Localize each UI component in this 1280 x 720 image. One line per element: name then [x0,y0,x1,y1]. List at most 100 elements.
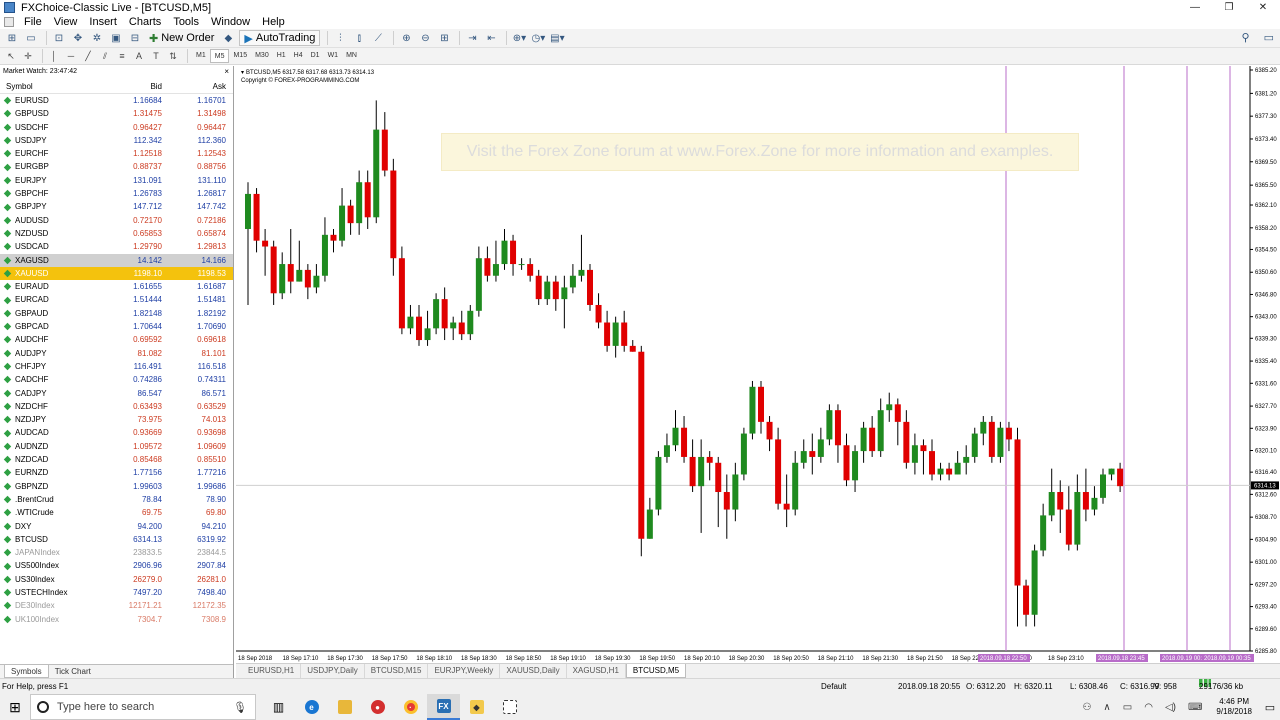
market-watch-row[interactable]: DXY 94.200 94.210 [0,520,233,533]
windows-start-icon[interactable]: ⊞ [0,694,30,720]
microphone-icon[interactable]: 🎙 [233,701,247,714]
market-watch-row[interactable]: CHFJPY 116.491 116.518 [0,360,233,373]
timeframe-h1[interactable]: H1 [273,49,290,63]
network-icon[interactable]: ◠ [1144,702,1153,713]
strategy-tester-icon[interactable]: ⊟ [127,30,143,46]
market-watch-row[interactable]: GBPCHF 1.26783 1.26817 [0,187,233,200]
menu-help[interactable]: Help [256,15,291,29]
file-explorer-icon[interactable] [328,694,361,720]
market-watch-row[interactable]: NZDJPY 73.975 74.013 [0,413,233,426]
market-watch-row[interactable]: XAGUSD 14.142 14.166 [0,253,233,267]
line-chart-icon[interactable]: ⟋ [370,30,386,46]
metaeditor-taskbar-icon[interactable]: ◆ [460,694,493,720]
market-watch-row[interactable]: DE30Index 12171.21 12172.35 [0,599,233,612]
market-watch-row[interactable]: .BrentCrud 78.84 78.90 [0,493,233,506]
market-watch-row[interactable]: EURUSD 1.16684 1.16701 [0,94,233,107]
market-watch-row[interactable]: NZDCAD 0.85468 0.85510 [0,453,233,466]
snipping-tool-icon[interactable] [493,694,526,720]
fxchoice-terminal-icon[interactable]: FX [427,694,460,720]
chart-tab-eurusd-h1[interactable]: EURUSD,H1 [242,664,302,678]
menu-view[interactable]: View [48,15,84,29]
keyboard-icon[interactable]: ⌨ [1188,702,1202,713]
menu-insert[interactable]: Insert [83,15,123,29]
templates-icon[interactable]: ▤▾ [549,30,565,46]
market-watch-row[interactable]: US30Index 26279.0 26281.0 [0,573,233,586]
timeframe-h4[interactable]: H4 [290,49,307,63]
trendline-icon[interactable]: ╱ [81,48,95,64]
fibonacci-icon[interactable]: ≡ [115,48,129,64]
market-watch-row[interactable]: EURAUD 1.61655 1.61687 [0,280,233,293]
market-watch-row[interactable]: GBPUSD 1.31475 1.31498 [0,107,233,120]
autotrading-button[interactable]: ▶ AutoTrading [239,30,321,46]
channel-icon[interactable]: ⫽ [98,48,112,64]
navigator-icon[interactable]: ✲ [89,30,105,46]
menu-tools[interactable]: Tools [167,15,205,29]
battery-icon[interactable]: ▭ [1123,702,1132,713]
chart-tab-btcusd-m5[interactable]: BTCUSD,M5 [625,664,687,678]
market-watch-row[interactable]: AUDNZD 1.09572 1.09609 [0,440,233,453]
market-watch-row[interactable]: GBPJPY 147.712 147.742 [0,200,233,213]
metaeditor-icon[interactable]: ◆ [220,30,236,46]
market-watch-icon[interactable]: ⊡ [51,30,67,46]
chat-icon[interactable]: ▭ [1264,31,1274,44]
people-icon[interactable]: ⚇ [1082,702,1091,713]
task-view-icon[interactable]: ▥ [262,694,295,720]
market-watch-row[interactable]: AUDUSD 0.72170 0.72186 [0,214,233,227]
market-watch-row[interactable]: GBPCAD 1.70644 1.70690 [0,320,233,333]
market-watch-row[interactable]: JAPANIndex 23833.5 23844.5 [0,546,233,559]
market-watch-close-button[interactable]: × [224,66,229,77]
tab-tick-chart[interactable]: Tick Chart [49,665,97,678]
arrows-icon[interactable]: ⇅ [166,48,180,64]
market-watch-row[interactable]: US500Index 2906.96 2907.84 [0,559,233,572]
crosshair-icon[interactable]: ✛ [21,48,35,64]
minimize-button[interactable]: — [1178,0,1212,15]
taskbar-search[interactable]: Type here to search 🎙 [30,694,256,720]
timeframe-w1[interactable]: W1 [324,49,343,63]
new-chart-icon[interactable]: ⊞ [4,30,20,46]
periods-icon[interactable]: ◷▾ [530,30,546,46]
column-header-bid[interactable]: Bid [100,80,164,93]
auto-scroll-icon[interactable]: ⇥ [464,30,480,46]
timeframe-m30[interactable]: M30 [251,49,273,63]
media-player-icon[interactable]: ● [361,694,394,720]
market-watch-row[interactable]: AUDCAD 0.93669 0.93698 [0,426,233,439]
market-watch-row[interactable]: GBPNZD 1.99603 1.99686 [0,480,233,493]
data-window-icon[interactable]: ✥ [70,30,86,46]
zoom-in-icon[interactable]: ⊕ [398,30,414,46]
market-watch-row[interactable]: BTCUSD 6314.13 6319.92 [0,533,233,546]
document-icon[interactable] [4,17,14,27]
edge-icon[interactable]: e [295,694,328,720]
new-order-button[interactable]: ✚ New Order [146,30,217,46]
text-icon[interactable]: A [132,48,146,64]
menu-window[interactable]: Window [205,15,256,29]
vertical-line-icon[interactable]: │ [47,48,61,64]
market-watch-row[interactable]: CADCHF 0.74286 0.74311 [0,373,233,386]
market-watch-row[interactable]: AUDCHF 0.69592 0.69618 [0,333,233,346]
timeframe-m15[interactable]: M15 [229,49,251,63]
chart-shift-icon[interactable]: ⇤ [483,30,499,46]
tab-symbols[interactable]: Symbols [4,665,49,678]
horizontal-line-icon[interactable]: ─ [64,48,78,64]
column-header-symbol[interactable]: Symbol [0,80,100,93]
menu-charts[interactable]: Charts [123,15,167,29]
market-watch-row[interactable]: AUDJPY 81.082 81.101 [0,347,233,360]
action-center-icon[interactable]: ▭ [1260,694,1280,720]
market-watch-row[interactable]: CADJPY 86.547 86.571 [0,387,233,400]
market-watch-row[interactable]: .WTICrude 69.75 69.80 [0,506,233,519]
chart-tab-xauusd-daily[interactable]: XAUUSD,Daily [500,664,567,678]
tile-windows-icon[interactable]: ⊞ [436,30,452,46]
market-watch-row[interactable]: NZDUSD 0.65853 0.65874 [0,227,233,240]
cursor-icon[interactable]: ↖ [4,48,18,64]
taskbar-clock[interactable]: 4:46 PM 9/18/2018 [1216,697,1252,717]
market-watch-row[interactable]: EURGBP 0.88737 0.88756 [0,160,233,173]
close-button[interactable]: ✕ [1246,0,1280,15]
bar-chart-icon[interactable]: ⫶ [332,30,348,46]
terminal-icon[interactable]: ▣ [108,30,124,46]
market-watch-row[interactable]: NZDCHF 0.63493 0.63529 [0,400,233,413]
timeframe-m1[interactable]: M1 [192,49,210,63]
label-icon[interactable]: T [149,48,163,64]
market-watch-row[interactable]: USTECHIndex 7497.20 7498.40 [0,586,233,599]
market-watch-row[interactable]: USDJPY 112.342 112.360 [0,134,233,147]
indicators-icon[interactable]: ⊕▾ [511,30,527,46]
chart-tab-usdjpy-daily[interactable]: USDJPY,Daily [301,664,365,678]
